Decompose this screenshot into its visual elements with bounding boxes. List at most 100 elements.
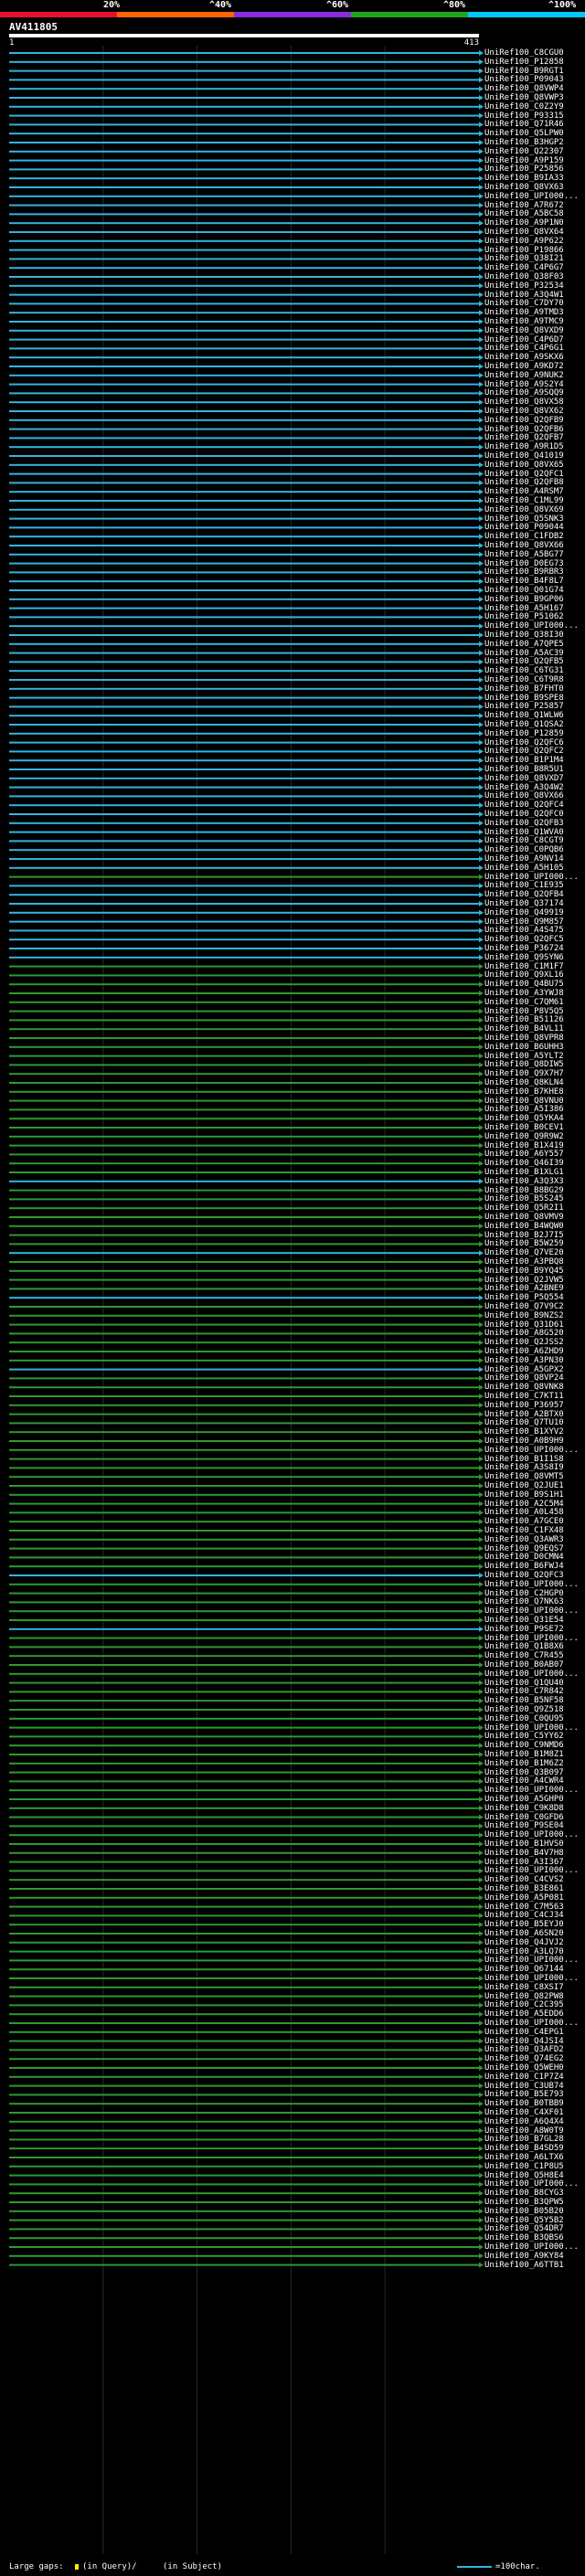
- hit-label-link[interactable]: UniRef100_A5H105: [484, 864, 583, 873]
- hit-label-link[interactable]: UniRef100_Q1WLW6: [484, 711, 583, 720]
- hit-label-link[interactable]: UniRef100_Q8VMV9: [484, 1213, 583, 1222]
- hit-label-link[interactable]: UniRef100_P19866: [484, 246, 583, 255]
- hit-label-link[interactable]: UniRef100_P25857: [484, 702, 583, 711]
- hit-label-link[interactable]: UniRef100_Q2QFC4: [484, 800, 583, 810]
- hit-label-link[interactable]: UniRef100_B6FWJ4: [484, 1562, 583, 1571]
- hit-label-link[interactable]: UniRef100_UPI000...: [484, 873, 583, 882]
- hit-label-link[interactable]: UniRef100_A5BG77: [484, 550, 583, 559]
- hit-label-link[interactable]: UniRef100_A9R1D5: [484, 442, 583, 451]
- hit-label-link[interactable]: UniRef100_Q2QFC3: [484, 1571, 583, 1580]
- hit-label-link[interactable]: UniRef100_UPI000...: [484, 2179, 583, 2189]
- hit-label-link[interactable]: UniRef100_B3E861: [484, 1884, 583, 1893]
- hit-label-link[interactable]: UniRef100_B0CEV1: [484, 1123, 583, 1132]
- hit-label-link[interactable]: UniRef100_Q8VMT5: [484, 1472, 583, 1481]
- hit-label-link[interactable]: UniRef100_Q7NK63: [484, 1597, 583, 1606]
- hit-label-link[interactable]: UniRef100_Q8VX66: [484, 791, 583, 800]
- hit-label-link[interactable]: UniRef100_Q2QFC6: [484, 738, 583, 747]
- hit-label-link[interactable]: UniRef100_Q7V9C2: [484, 1302, 583, 1311]
- hit-label-link[interactable]: UniRef100_A9P159: [484, 156, 583, 165]
- hit-label-link[interactable]: UniRef100_C7KT11: [484, 1392, 583, 1401]
- hit-label-link[interactable]: UniRef100_Q2QFC0: [484, 810, 583, 819]
- hit-label-link[interactable]: UniRef100_A6LTX6: [484, 2153, 583, 2162]
- hit-label-link[interactable]: UniRef100_A4RSM7: [484, 487, 583, 496]
- hit-label-link[interactable]: UniRef100_A3LQ70: [484, 1947, 583, 1956]
- hit-label-link[interactable]: UniRef100_A8W0T9: [484, 2126, 583, 2136]
- hit-label-link[interactable]: UniRef100_D0CMN4: [484, 1553, 583, 1562]
- hit-label-link[interactable]: UniRef100_C2C395: [484, 2000, 583, 2009]
- hit-label-link[interactable]: UniRef100_UPI000...: [484, 1606, 583, 1616]
- hit-label-link[interactable]: UniRef100_A6SN20: [484, 1929, 583, 1938]
- hit-label-link[interactable]: UniRef100_B0TBB9: [484, 2099, 583, 2108]
- hit-label-link[interactable]: UniRef100_B4SD59: [484, 2144, 583, 2153]
- hit-label-link[interactable]: UniRef100_Q8VX58: [484, 398, 583, 407]
- hit-label-link[interactable]: UniRef100_B3HGP2: [484, 138, 583, 147]
- hit-label-link[interactable]: UniRef100_Q8VX62: [484, 407, 583, 416]
- hit-label-link[interactable]: UniRef100_UPI000...: [484, 1974, 583, 1983]
- hit-label-link[interactable]: UniRef100_A2BTX0: [484, 1410, 583, 1419]
- hit-label-link[interactable]: UniRef100_Q4JVJ2: [484, 1938, 583, 1947]
- hit-label-link[interactable]: UniRef100_A5BC58: [484, 209, 583, 218]
- hit-label-link[interactable]: UniRef100_Q3AFD2: [484, 2045, 583, 2054]
- hit-label-link[interactable]: UniRef100_Q2QFB8: [484, 478, 583, 487]
- hit-label-link[interactable]: UniRef100_A6Q4X4: [484, 2117, 583, 2126]
- hit-label-link[interactable]: UniRef100_A5GPX2: [484, 1365, 583, 1374]
- hit-label-link[interactable]: UniRef100_A0L458: [484, 1508, 583, 1517]
- hit-label-link[interactable]: UniRef100_Q8VNU0: [484, 1097, 583, 1106]
- hit-label-link[interactable]: UniRef100_Q01G74: [484, 586, 583, 595]
- hit-label-link[interactable]: UniRef100_Q37174: [484, 899, 583, 908]
- hit-label-link[interactable]: UniRef100_C6TG31: [484, 666, 583, 675]
- hit-label-link[interactable]: UniRef100_Q2QFB4: [484, 890, 583, 899]
- hit-label-link[interactable]: UniRef100_Q9R9W2: [484, 1132, 583, 1141]
- hit-label-link[interactable]: UniRef100_P12859: [484, 729, 583, 738]
- hit-label-link[interactable]: UniRef100_C5YY62: [484, 1732, 583, 1741]
- hit-label-link[interactable]: UniRef100_Q2QFC2: [484, 747, 583, 756]
- hit-label-link[interactable]: UniRef100_B5E793: [484, 2090, 583, 2099]
- hit-label-link[interactable]: UniRef100_Q5YKA4: [484, 1114, 583, 1123]
- hit-label-link[interactable]: UniRef100_C4XF01: [484, 2108, 583, 2117]
- hit-label-link[interactable]: UniRef100_B1XYV2: [484, 1427, 583, 1436]
- hit-label-link[interactable]: UniRef100_UPI000...: [484, 1670, 583, 1679]
- hit-label-link[interactable]: UniRef100_Q2JSS2: [484, 1338, 583, 1347]
- hit-label-link[interactable]: UniRef100_C7M563: [484, 1903, 583, 1912]
- hit-label-link[interactable]: UniRef100_A3Q4W1: [484, 291, 583, 300]
- hit-label-link[interactable]: UniRef100_B9SPE8: [484, 694, 583, 703]
- hit-label-link[interactable]: UniRef100_P9SE04: [484, 1821, 583, 1830]
- hit-label-link[interactable]: UniRef100_C2HGP0: [484, 1589, 583, 1598]
- hit-label-link[interactable]: UniRef100_Q2QFB3: [484, 819, 583, 828]
- hit-label-link[interactable]: UniRef100_A9S2Y4: [484, 380, 583, 389]
- hit-label-link[interactable]: UniRef100_Q8VWP4: [484, 84, 583, 93]
- hit-label-link[interactable]: UniRef100_P8V5Q5: [484, 1007, 583, 1016]
- hit-label-link[interactable]: UniRef100_Q41019: [484, 451, 583, 461]
- hit-label-link[interactable]: UniRef100_A5GHP0: [484, 1795, 583, 1804]
- hit-label-link[interactable]: UniRef100_B51126: [484, 1015, 583, 1024]
- hit-label-link[interactable]: UniRef100_B4V7H8: [484, 1849, 583, 1858]
- hit-label-link[interactable]: UniRef100_A3PBQ8: [484, 1257, 583, 1267]
- hit-label-link[interactable]: UniRef100_Q2QFC1: [484, 470, 583, 479]
- hit-label-link[interactable]: UniRef100_Q7VE20: [484, 1248, 583, 1257]
- hit-label-link[interactable]: UniRef100_B9IA33: [484, 174, 583, 183]
- hit-label-link[interactable]: UniRef100_C7QM61: [484, 998, 583, 1007]
- hit-label-link[interactable]: UniRef100_Q8VX66: [484, 541, 583, 550]
- hit-label-link[interactable]: UniRef100_P36724: [484, 944, 583, 953]
- hit-label-link[interactable]: UniRef100_B1M6Z2: [484, 1759, 583, 1768]
- hit-label-link[interactable]: UniRef100_B9NZS2: [484, 1311, 583, 1320]
- hit-label-link[interactable]: UniRef100_Q1WVA0: [484, 828, 583, 837]
- hit-label-link[interactable]: UniRef100_Q9SYN6: [484, 953, 583, 962]
- hit-label-link[interactable]: UniRef100_B4F8L7: [484, 577, 583, 586]
- hit-label-link[interactable]: UniRef100_C4CVS2: [484, 1875, 583, 1884]
- hit-label-link[interactable]: UniRef100_A5YLT2: [484, 1052, 583, 1061]
- hit-label-link[interactable]: UniRef100_B1HVS0: [484, 1839, 583, 1849]
- hit-label-link[interactable]: UniRef100_B3QBS6: [484, 2233, 583, 2242]
- hit-label-link[interactable]: UniRef100_P93315: [484, 111, 583, 121]
- hit-label-link[interactable]: UniRef100_Q1QSA2: [484, 720, 583, 729]
- hit-label-link[interactable]: UniRef100_A6TTB1: [484, 2261, 583, 2270]
- hit-label-link[interactable]: UniRef100_B9S1H1: [484, 1490, 583, 1500]
- hit-label-link[interactable]: UniRef100_Q8VXD7: [484, 774, 583, 783]
- hit-label-link[interactable]: UniRef100_A3Q3X3: [484, 1177, 583, 1186]
- hit-label-link[interactable]: UniRef100_A5P081: [484, 1893, 583, 1903]
- hit-label-link[interactable]: UniRef100_C1P7Z4: [484, 2072, 583, 2082]
- hit-label-link[interactable]: UniRef100_A5I386: [484, 1105, 583, 1114]
- hit-label-link[interactable]: UniRef100_D0EG73: [484, 559, 583, 568]
- hit-label-link[interactable]: UniRef100_A2BNE9: [484, 1284, 583, 1293]
- hit-label-link[interactable]: UniRef100_Q5WEH0: [484, 2063, 583, 2072]
